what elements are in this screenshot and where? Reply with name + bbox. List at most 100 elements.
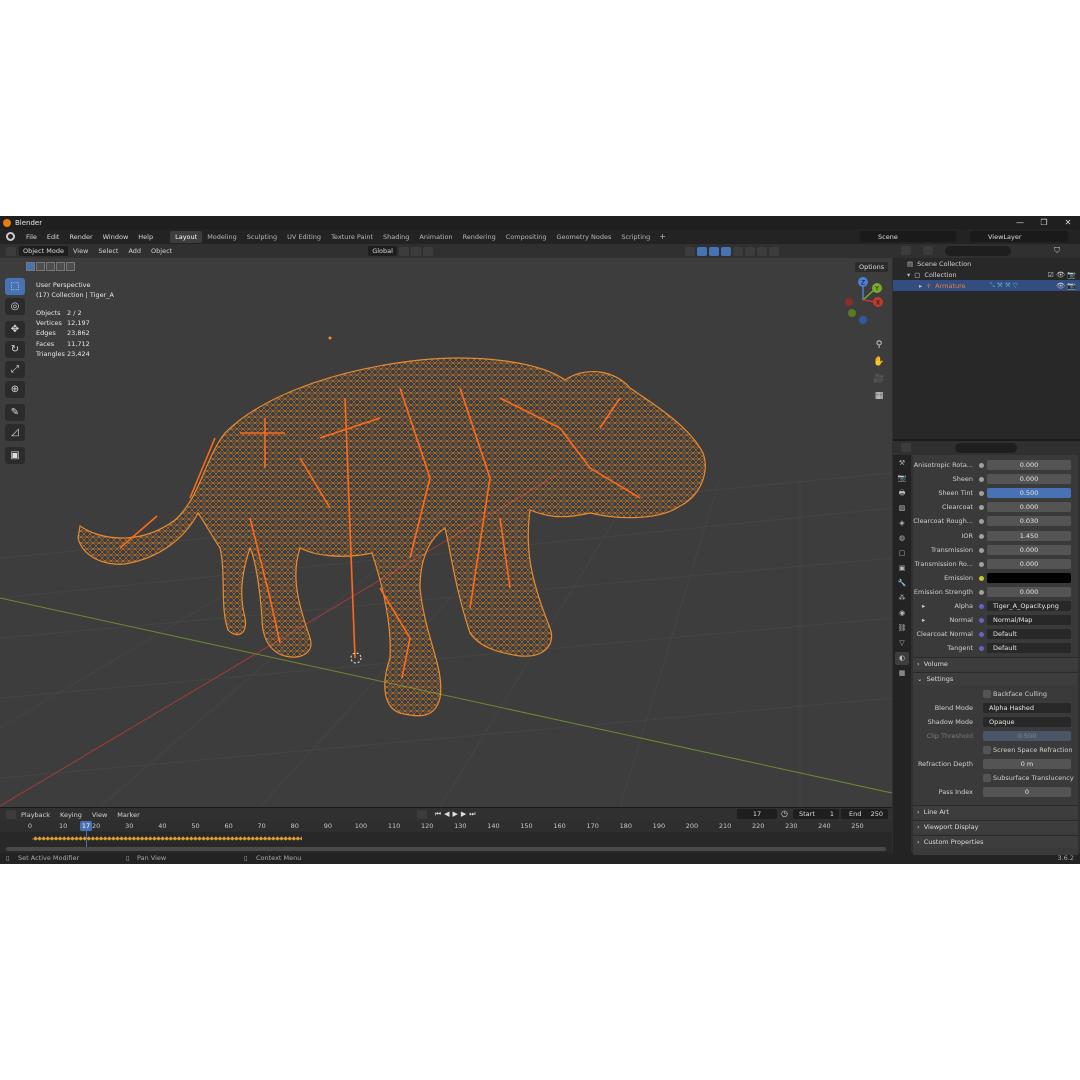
socket-icon[interactable] [979,561,984,567]
menu-render[interactable]: Render [64,233,97,241]
select-box-tool-icon[interactable]: ⬚ [5,278,25,295]
move-tool-icon[interactable]: ✥ [5,321,25,338]
select-mode-new-icon[interactable] [26,262,35,271]
property-value-field[interactable]: Normal/Map [987,615,1071,626]
menu-edit[interactable]: Edit [42,233,65,241]
snap-icon[interactable] [410,246,421,256]
tab-compositing[interactable]: Compositing [501,231,552,243]
property-value-field[interactable]: 0.000 [987,586,1071,597]
visibility-icon[interactable] [684,246,695,256]
collapse-chevron-icon[interactable]: ▸ [919,282,922,290]
material-tab-icon[interactable]: ◐ [895,652,909,665]
socket-icon[interactable] [979,589,984,595]
menu-marker[interactable]: Marker [112,811,144,819]
custom-properties-panel-header[interactable]: › Custom Properties [913,835,1078,848]
socket-icon[interactable] [979,604,984,609]
keyframe-strip[interactable] [32,836,302,842]
armature-visibility-icons[interactable]: 👁 📷 [1056,282,1076,290]
tab-uv-editing[interactable]: UV Editing [282,231,326,243]
socket-icon[interactable] [979,547,984,553]
menu-window[interactable]: Window [98,233,134,241]
properties-search-input[interactable] [955,443,1017,453]
menu-help[interactable]: Help [133,233,158,241]
subsurface-checkbox[interactable] [983,774,991,782]
playhead-frame[interactable]: 17 [80,821,92,831]
socket-icon[interactable] [979,618,984,624]
socket-icon[interactable] [979,575,984,581]
menu-select[interactable]: Select [93,247,123,255]
scale-tool-icon[interactable]: ⤢ [5,361,25,378]
property-value-field[interactable]: 0.000 [987,474,1071,485]
add-cube-tool-icon[interactable]: ▣ [5,447,25,464]
property-value-field[interactable]: Tiger_A_Opacity.png [987,601,1071,611]
pivot-icon[interactable] [398,246,409,256]
options-dropdown[interactable]: Options [855,262,889,272]
property-value-field[interactable]: 0.000 [987,502,1071,513]
collection-tab-icon[interactable]: ▢ [895,547,909,560]
measure-tool-icon[interactable]: ◿ [5,424,25,441]
blender-menu-icon[interactable] [6,232,15,241]
select-mode-invert-icon[interactable] [56,262,65,271]
property-value-field[interactable]: 0.000 [987,460,1071,470]
physics-tab-icon[interactable]: ◉ [895,607,909,620]
current-frame-field[interactable]: 17 [737,809,777,819]
blend-mode-dropdown[interactable]: Alpha Hashed [983,703,1071,713]
start-frame-field[interactable]: Start 1 [793,809,839,819]
maximize-button[interactable]: ❐ [1032,216,1056,229]
camera-view-icon[interactable]: 🎥 [871,374,887,388]
socket-icon[interactable] [979,505,984,511]
xray-toggle-icon[interactable] [720,246,731,256]
output-tab-icon[interactable]: 🖶 [895,487,909,500]
menu-object[interactable]: Object [146,247,177,255]
gizmo-toggle-icon[interactable] [696,246,707,256]
tab-rendering[interactable]: Rendering [458,231,501,243]
orientation-dropdown[interactable]: Global [368,246,397,256]
ssr-checkbox[interactable] [983,746,991,754]
shading-material-icon[interactable] [756,246,767,256]
volume-panel-header[interactable]: › Volume [913,657,1078,670]
socket-icon[interactable] [979,646,984,652]
record-icon[interactable] [416,810,427,819]
navigation-gizmo[interactable]: Z Y X [845,277,883,324]
line-art-panel-header[interactable]: › Line Art [913,805,1078,818]
cursor-tool-icon[interactable]: ◎ [5,298,25,315]
property-value-field[interactable]: 0.000 [987,558,1071,569]
clock-icon[interactable]: ◷ [781,809,788,818]
property-value-field[interactable]: 0.000 [987,544,1071,555]
outliner-scene-collection[interactable]: ▤ Scene Collection [893,258,1080,269]
playback-controls[interactable]: ⏮◀▶▶⏭ [435,810,479,819]
socket-icon[interactable] [979,632,984,638]
property-value-field[interactable]: 0.500 [987,488,1071,499]
ortho-grid-icon[interactable]: ▦ [871,391,887,405]
shading-rendered-icon[interactable] [768,246,779,256]
property-value-field[interactable]: Default [987,629,1071,640]
end-frame-field[interactable]: End 250 [841,809,888,819]
outliner-collection[interactable]: ▾ ▢ Collection ☑ 👁 📷 [893,269,1080,280]
select-mode-extend-icon[interactable] [36,262,45,271]
expand-chevron-icon[interactable]: ▸ [922,616,925,624]
outliner-armature[interactable]: ▸ ☥ Armature ⤡ ⚒ ⚒ ▽ 👁 📷 [893,280,1080,291]
tab-shading[interactable]: Shading [378,231,414,243]
menu-timeline-view[interactable]: View [87,811,112,819]
menu-file[interactable]: File [21,233,42,241]
shadow-mode-dropdown[interactable]: Opaque [983,717,1071,727]
socket-icon[interactable] [979,477,984,483]
timeline[interactable]: 0 10 20 30 40 50 60 70 80 90 100 110 120 130 140 150 160… [0,821,892,853]
filter-icon[interactable]: ⛉ [1054,246,1060,256]
socket-icon[interactable] [979,491,984,497]
view-layer-tab-icon[interactable]: ▨ [895,502,909,515]
pass-index-field[interactable]: 0 [983,787,1071,797]
menu-keying[interactable]: Keying [55,811,87,819]
frame-ruler[interactable]: 0 10 20 30 40 50 60 70 80 90 100 110 120 130 140 150 160… [0,821,892,832]
shading-wireframe-icon[interactable] [732,246,743,256]
timeline-scrollbar[interactable] [6,847,886,851]
particles-tab-icon[interactable]: ⁂ [895,592,909,605]
add-workspace-icon[interactable]: + [655,232,670,241]
mode-dropdown[interactable]: Object Mode [19,246,68,256]
close-button[interactable]: ✕ [1056,216,1080,229]
socket-icon[interactable] [979,519,984,525]
select-mode-intersect-icon[interactable] [66,262,75,271]
refraction-field[interactable]: 0 m [983,759,1071,769]
tab-layout[interactable]: Layout [170,230,203,243]
annotate-tool-icon[interactable]: ✎ [5,404,25,421]
